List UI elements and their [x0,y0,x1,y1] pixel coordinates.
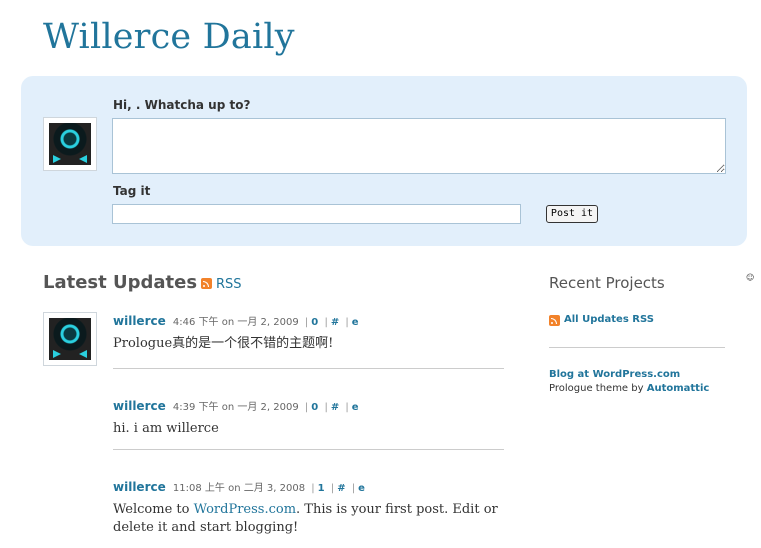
post-edit-link[interactable]: e [358,483,365,494]
site-title[interactable]: Willerce Daily [43,14,295,60]
post-it-button[interactable]: Post it [546,205,598,223]
post-item: willerce 11:08 上午 on 二月 3, 2008 | 1 | # | e… [113,479,504,537]
post-divider [113,449,504,450]
tag-input[interactable] [112,204,521,224]
latest-updates-rss-link[interactable]: RSS [216,277,242,292]
post-comments-link[interactable]: 0 [311,402,318,413]
post-timestamp: 11:08 上午 on 二月 3, 2008 [172,483,306,494]
post-text: hi. i am willerce [113,421,219,436]
post-avatar [43,312,97,366]
post-text-before: Welcome to [113,502,194,517]
post-timestamp: 4:46 下午 on 一月 2, 2009 [172,317,299,328]
post-author-link[interactable]: willerce [113,399,166,413]
post-text: Welcome to WordPress.com. This is your f… [113,501,504,537]
rss-icon[interactable] [549,315,560,326]
automattic-link[interactable]: Automattic [647,383,710,394]
post-permalink[interactable]: # [331,317,339,328]
post-textarea[interactable] [112,118,726,174]
post-edit-link[interactable]: e [352,402,359,413]
avatar-image [49,123,91,165]
sidebar-divider [549,347,725,348]
post-permalink[interactable]: # [331,402,339,413]
post-timestamp: 4:39 下午 on 一月 2, 2009 [172,402,299,413]
post-item: willerce 4:46 下午 on 一月 2, 2009 | 0 | # | e … [113,313,504,353]
latest-updates-heading: Latest Updates [43,272,198,293]
rss-icon[interactable] [201,278,212,289]
theme-credit-prefix: Prologue theme by [549,383,647,394]
post-edit-link[interactable]: e [352,317,359,328]
post-author-link[interactable]: willerce [113,480,166,494]
avatar [43,117,97,171]
theme-credit: Prologue theme by Automattic [549,383,709,394]
post-meta: willerce 4:46 下午 on 一月 2, 2009 | 0 | # | e [113,314,359,328]
post-divider [113,368,504,369]
post-comments-link[interactable]: 0 [311,317,318,328]
smiley-icon: ☺ [746,273,755,282]
post-item: willerce 4:39 下午 on 一月 2, 2009 | 0 | # | e … [113,398,504,438]
post-permalink[interactable]: # [337,483,345,494]
avatar-image [49,318,91,360]
wordpress-link[interactable]: WordPress.com [194,502,296,517]
all-updates-rss-link[interactable]: All Updates RSS [564,314,654,325]
tag-label: Tag it [113,184,151,198]
post-meta: willerce 4:39 下午 on 一月 2, 2009 | 0 | # | e [113,399,359,413]
post-text: Prologue真的是一个很不错的主题啊! [113,336,334,351]
post-prompt-label: Hi, . Whatcha up to? [113,98,251,112]
post-meta: willerce 11:08 上午 on 二月 3, 2008 | 1 | # | e [113,480,365,494]
postbox: Hi, . Whatcha up to? Tag it Post it [21,76,747,246]
post-comments-link[interactable]: 1 [318,483,325,494]
recent-projects-heading: Recent Projects [549,274,665,292]
blog-at-wordpress-link[interactable]: Blog at WordPress.com [549,369,680,380]
post-author-link[interactable]: willerce [113,314,166,328]
